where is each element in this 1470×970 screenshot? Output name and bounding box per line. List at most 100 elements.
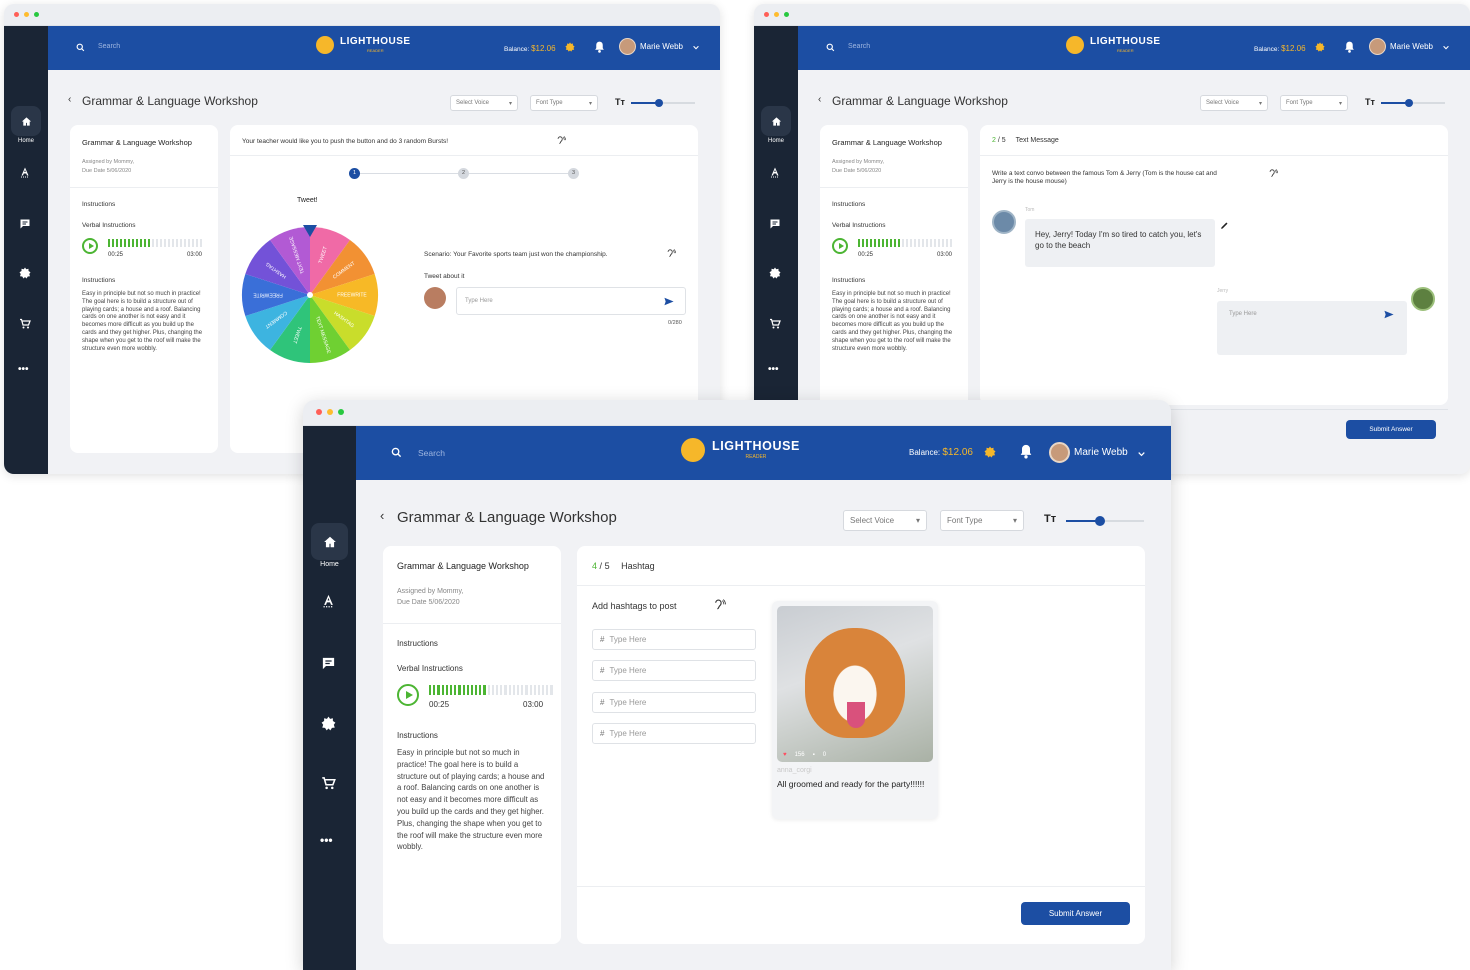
step-3[interactable]: 3 [568, 168, 579, 179]
send-icon[interactable] [1384, 310, 1394, 319]
nav-home[interactable] [311, 523, 348, 560]
nav-reader[interactable] [769, 166, 781, 178]
nav-messages[interactable] [321, 656, 336, 671]
step-2[interactable]: 2 [458, 168, 469, 179]
balance: Balance: $12.06 [909, 447, 973, 458]
close-window-button[interactable] [14, 12, 19, 17]
play-button[interactable] [832, 238, 848, 254]
avatar[interactable] [1369, 38, 1386, 55]
back-chevron-icon[interactable]: ‹ [818, 94, 821, 105]
close-window-button[interactable] [764, 12, 769, 17]
user-name[interactable]: Marie Webb [1390, 42, 1433, 51]
listen-icon[interactable] [1268, 169, 1278, 179]
select-voice-dropdown[interactable]: Select Voice ▾ [1200, 95, 1268, 111]
avatar[interactable] [619, 38, 636, 55]
maximize-window-button[interactable] [784, 12, 789, 17]
listen-icon[interactable] [556, 136, 566, 146]
progress-segment [433, 685, 436, 695]
select-voice-label: Select Voice [850, 516, 895, 525]
like-icon[interactable]: ♥ [783, 752, 787, 758]
chevron-down-icon[interactable] [1443, 45, 1449, 50]
search-input[interactable]: Search [98, 43, 120, 50]
progress-segment [533, 685, 536, 695]
back-chevron-icon[interactable]: ‹ [380, 508, 384, 523]
hashtag-input-3-placeholder: Type Here [609, 698, 647, 707]
cart-icon [770, 318, 781, 329]
instructions-heading-2: Instructions [832, 277, 866, 284]
nav-more[interactable]: ••• [18, 364, 29, 375]
chevron-down-icon[interactable] [1138, 451, 1145, 457]
back-chevron-icon[interactable]: ‹ [68, 94, 71, 105]
minimize-window-button[interactable] [24, 12, 29, 17]
hashtag-input-4[interactable]: # Type Here [592, 723, 756, 744]
progress-segment [926, 239, 928, 247]
spin-wheel[interactable]: TWEETCOMMENTFREEWRITEHASHTAGTEXT MESSAGE… [240, 225, 380, 365]
audio-progress[interactable] [108, 239, 202, 247]
search-input[interactable]: Search [418, 448, 445, 458]
font-type-dropdown[interactable]: Font Type ▾ [530, 95, 598, 111]
font-size-slider[interactable] [1066, 516, 1144, 526]
nav-store[interactable] [19, 318, 31, 330]
nav-reader[interactable] [321, 593, 336, 608]
comment-icon[interactable]: ▪ [813, 752, 815, 758]
tweet-input[interactable]: Type Here [456, 287, 686, 315]
play-button[interactable] [397, 684, 419, 706]
progress-segment [445, 685, 448, 695]
nav-store[interactable] [769, 318, 781, 330]
user-name[interactable]: Marie Webb [1074, 447, 1128, 458]
nav-badges[interactable] [769, 267, 781, 279]
audio-progress[interactable] [429, 685, 553, 695]
search-icon[interactable] [76, 43, 85, 52]
send-icon[interactable] [664, 297, 674, 306]
jerry-message-input[interactable]: Type Here [1217, 301, 1407, 355]
nav-badges[interactable] [321, 716, 336, 731]
bell-icon[interactable] [1343, 40, 1356, 54]
maximize-window-button[interactable] [338, 409, 344, 415]
search-icon[interactable] [826, 43, 835, 52]
pencil-icon[interactable] [1220, 221, 1229, 230]
search-icon[interactable] [391, 447, 402, 458]
minimize-window-button[interactable] [327, 409, 333, 415]
hashtag-input-2[interactable]: # Type Here [592, 660, 756, 681]
font-size-slider[interactable] [631, 99, 695, 107]
avatar[interactable] [1049, 442, 1070, 463]
play-button[interactable] [82, 238, 98, 254]
listen-icon[interactable] [713, 599, 726, 612]
select-voice-dropdown[interactable]: Select Voice ▾ [450, 95, 518, 111]
submit-answer-button[interactable]: Submit Answer [1346, 420, 1436, 439]
nav-more[interactable]: ••• [320, 833, 333, 847]
nav-more[interactable]: ••• [768, 364, 779, 375]
audio-progress[interactable] [858, 239, 952, 247]
slider-thumb[interactable] [1405, 99, 1413, 107]
hashtag-input-1[interactable]: # Type Here [592, 629, 756, 650]
nav-badges[interactable] [19, 267, 31, 279]
minimize-window-button[interactable] [774, 12, 779, 17]
nav-home[interactable] [11, 106, 41, 136]
nav-messages[interactable] [19, 218, 31, 230]
submit-answer-button[interactable]: Submit Answer [1021, 902, 1130, 925]
bell-icon[interactable] [593, 40, 606, 54]
slider-thumb[interactable] [655, 99, 663, 107]
maximize-window-button[interactable] [34, 12, 39, 17]
nav-home[interactable] [761, 106, 791, 136]
step-1[interactable]: 1 [349, 168, 360, 179]
nav-reader[interactable] [19, 166, 31, 178]
chevron-down-icon[interactable] [693, 45, 699, 50]
nav-store[interactable] [321, 776, 336, 791]
user-name[interactable]: Marie Webb [640, 42, 683, 51]
listen-icon[interactable] [666, 249, 676, 259]
nav-messages[interactable] [769, 218, 781, 230]
time-elapsed: 00:25 [108, 252, 124, 258]
font-type-dropdown[interactable]: Font Type ▾ [1280, 95, 1348, 111]
progress-segment [938, 239, 940, 247]
hashtag-input-3[interactable]: # Type Here [592, 692, 756, 713]
step-3-label: 3 [571, 170, 576, 176]
font-type-dropdown[interactable]: Font Type ▾ [940, 510, 1024, 531]
progress-segment [116, 239, 118, 247]
font-size-slider[interactable] [1381, 99, 1445, 107]
slider-thumb[interactable] [1095, 516, 1105, 526]
close-window-button[interactable] [316, 409, 322, 415]
bell-icon[interactable] [1018, 443, 1034, 460]
search-input[interactable]: Search [848, 43, 870, 50]
select-voice-dropdown[interactable]: Select Voice ▾ [843, 510, 927, 531]
